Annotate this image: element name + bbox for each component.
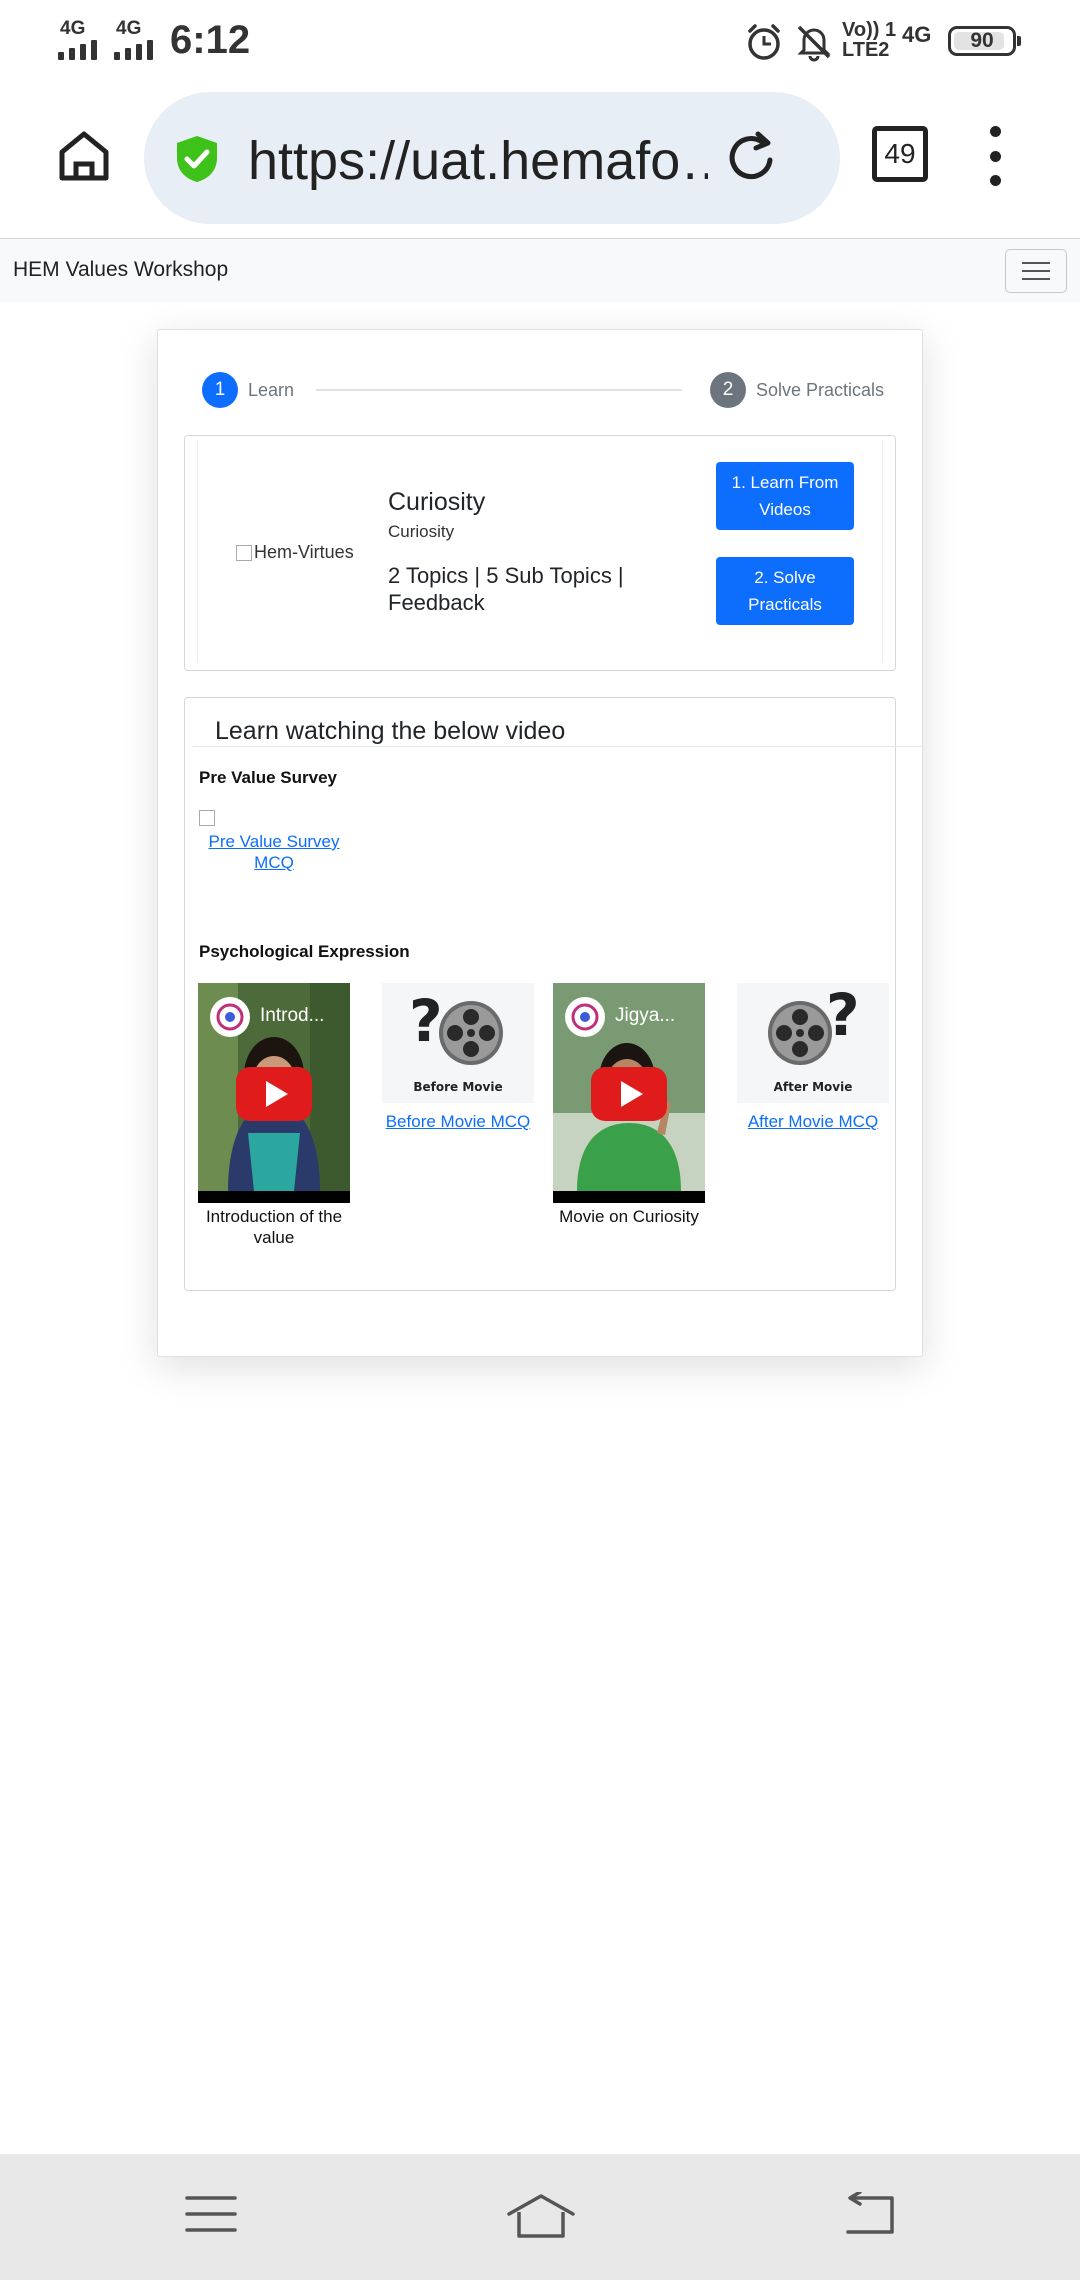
page-navbar: HEM Values Workshop [0,238,1080,302]
film-reel-question-icon: ? [768,985,860,1065]
stepper: 1 Learn 2 Solve Practicals [202,372,885,408]
step-number: 1 [202,372,238,408]
step-label: Solve Practicals [756,380,885,400]
svg-text:?: ? [409,987,443,1055]
step-label: Learn [248,380,295,400]
section-heading: Learn watching the below video [215,717,566,745]
stepper-connector [316,389,682,391]
mute-bell-icon [797,25,831,62]
status-bar: 4G 4G 6:12 Vo)) 1 LTE2 4G 90 [0,0,1080,84]
film-reel-question-icon: ? [409,987,503,1065]
solve-practicals-button[interactable]: 2. Solve Practicals [716,557,854,625]
pre-survey-label: Pre Value Survey [199,768,337,787]
menu-icon[interactable] [184,2192,238,2236]
video-section: Learn watching the below video Pre Value… [184,697,923,1291]
svg-text:?: ? [826,985,860,1049]
shield-check-icon [177,136,217,182]
battery-level: 90 [970,29,994,52]
system-navigation-bar [0,2154,1080,2280]
psych-expression-label: Psychological Expression [199,942,410,961]
before-movie-mcq-link[interactable]: Before Movie MCQ [382,1112,534,1132]
url-text[interactable]: https://uat.hemafo… [248,130,708,192]
back-icon[interactable] [842,2192,896,2236]
home-icon [59,131,109,181]
video-caption: Introduction of the value [205,1207,343,1247]
browser-toolbar: https://uat.hemafo… 49 [0,84,1080,238]
navbar-toggle-button[interactable] [1005,249,1067,293]
workshop-card: 1 Learn 2 Solve Practicals Hem-Virtues C… [157,329,923,1357]
course-meta: 2 Topics | 5 Sub Topics | Feedback [388,563,624,615]
video-thumbnail-intro[interactable]: Introd... [198,983,350,1203]
video-title: Introd... [260,1005,325,1026]
image-caption: Before Movie [413,1080,503,1094]
course-subtitle: Curiosity [388,522,455,541]
youtube-play-icon[interactable] [236,1067,312,1121]
video-caption: Movie on Curiosity [559,1207,699,1226]
hamburger-icon [1022,262,1050,264]
divider [193,746,923,747]
broken-image-icon [236,544,252,561]
image-caption: After Movie [773,1080,853,1094]
battery-icon: 90 [948,26,1021,56]
after-movie-image[interactable]: ? After Movie [737,983,889,1103]
channel-logo-icon [210,997,250,1037]
video-title: Jigya... [615,1005,676,1026]
network-type: 4G [902,22,932,47]
tab-switcher-button[interactable]: 49 [872,126,928,182]
browser-home-button[interactable] [48,120,120,192]
broken-image-icon [199,810,215,826]
video-thumbnail-movie[interactable]: Jigya... [553,983,705,1203]
alarm-icon [748,24,780,60]
navbar-brand[interactable]: HEM Values Workshop [13,258,228,282]
before-movie-image[interactable]: ? Before Movie [382,983,534,1103]
address-bar[interactable]: https://uat.hemafo… [144,92,840,224]
after-movie-mcq-link[interactable]: After Movie MCQ [737,1112,889,1132]
channel-logo-icon [565,997,605,1037]
step-number: 2 [710,372,746,408]
home-icon[interactable] [505,2192,577,2240]
course-title: Curiosity [388,488,486,516]
youtube-play-icon[interactable] [591,1067,667,1121]
reload-icon[interactable] [724,130,780,186]
course-summary: Hem-Virtues Curiosity Curiosity 2 Topics… [184,435,896,671]
status-time: 6:12 [170,18,251,62]
pre-survey-mcq-link[interactable]: Pre Value Survey MCQ [199,810,349,873]
course-image: Hem-Virtues [236,542,354,563]
learn-from-videos-button[interactable]: 1. Learn From Videos [716,462,854,530]
volte-indicator: Vo)) 1 LTE2 [842,19,897,61]
overflow-menu-icon[interactable] [980,126,1010,186]
